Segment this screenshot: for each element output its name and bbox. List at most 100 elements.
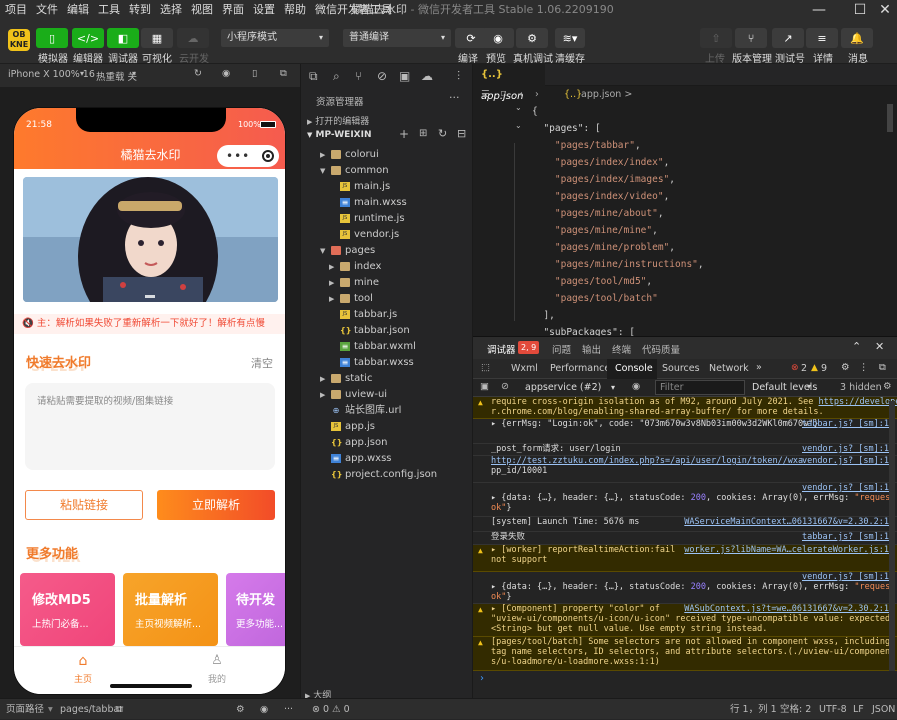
menu-tools[interactable]: 工具 — [93, 0, 124, 20]
tab-home[interactable]: 主页 — [69, 672, 97, 685]
minimize-button[interactable]: — — [804, 0, 834, 20]
file-tree-item[interactable]: ▶ mine — [301, 275, 473, 291]
tab-wxml[interactable]: Wxml — [511, 363, 538, 374]
link-textarea[interactable]: 请粘贴需要提取的视频/图集链接 — [25, 383, 275, 470]
capsule-menu[interactable]: ••• — [217, 145, 279, 167]
menu-select[interactable]: 选择 — [155, 0, 186, 20]
tab-code-quality[interactable]: 代码质量 — [642, 342, 680, 356]
console-log-entry[interactable]: ▸ {data: {…}, header: {…}, statusCode: 2… — [473, 572, 897, 604]
editor-toggle-button[interactable]: </> — [72, 28, 104, 48]
console-filter-input[interactable]: Filter — [655, 380, 745, 395]
cloud-dev-button[interactable]: ☁ — [177, 28, 209, 48]
gear-icon[interactable]: ⚙ — [883, 381, 892, 392]
files-icon[interactable]: ⧉ — [309, 69, 318, 84]
file-tree-item[interactable]: ▶ uview-ui — [301, 387, 473, 403]
fold-icon[interactable]: ⌄ — [515, 121, 522, 130]
test-account-button[interactable]: ↗ — [772, 28, 804, 48]
close-icon[interactable]: ✕ — [875, 340, 884, 353]
file-tree-item[interactable]: ▶ tool — [301, 291, 473, 307]
file-tree-item[interactable]: ⊕ 站长图库.url — [301, 403, 473, 419]
copy-icon[interactable]: ⧉ — [116, 699, 123, 720]
open-editors-section[interactable]: ▶ 打开的编辑器 — [307, 114, 369, 127]
upload-button[interactable]: ⇧ — [700, 28, 732, 48]
cloud-icon[interactable]: ☁ — [421, 69, 433, 83]
more-icon[interactable]: ··· — [449, 91, 460, 104]
encoding[interactable]: UTF-8 — [819, 699, 847, 720]
eye-icon[interactable]: ◉ — [260, 699, 268, 720]
avatar[interactable]: OB KNE — [8, 29, 30, 51]
list-icon[interactable]: ☰ — [481, 86, 490, 104]
log-source-link[interactable]: WAServiceMainContext…06131667&v=2.30.2:1 — [684, 517, 889, 527]
tab-mine[interactable]: 我的 — [203, 672, 231, 685]
sidebar-icon[interactable]: ▣ — [480, 381, 489, 392]
console-scrollbar[interactable] — [889, 401, 895, 671]
paste-link-button[interactable]: 粘贴链接 — [25, 490, 143, 520]
console-log-entry[interactable]: 登录失败 tabbar.js? [sm]:1 — [473, 532, 897, 545]
card-batch[interactable]: 批量解析 主页视频解析... — [123, 573, 218, 646]
gear-icon[interactable]: ⚙ — [841, 362, 850, 373]
hotreload-toggle[interactable]: 热重载 关 — [96, 69, 137, 83]
console-log-entry[interactable]: require cross-origin isolation as of M92… — [473, 397, 897, 419]
file-tree-item[interactable]: ▼ pages — [301, 243, 473, 259]
indent-setting[interactable]: 空格: 2 — [780, 699, 811, 720]
warning-count[interactable]: 9 — [821, 363, 827, 374]
eol[interactable]: LF — [853, 699, 864, 720]
file-tree-item[interactable]: ▶ index — [301, 259, 473, 275]
log-source-link[interactable]: vendor.js? [sm]:1 — [802, 483, 889, 493]
popout-icon[interactable]: ⧉ — [280, 68, 287, 79]
file-tree-item[interactable]: JS main.js — [301, 179, 473, 195]
fold-icon[interactable]: ⌄ — [515, 103, 522, 112]
tab-output[interactable]: 输出 — [582, 342, 601, 356]
console-log-entry[interactable]: ▸ [Component] property "color" of "uview… — [473, 604, 897, 637]
tab-terminal[interactable]: 终端 — [612, 342, 631, 356]
user-icon[interactable]: ♙ — [206, 653, 228, 668]
file-tree-item[interactable]: ▼ common — [301, 163, 473, 179]
split-icon[interactable]: ⫶ — [457, 69, 460, 84]
tab-app-json[interactable]: {..} app.json — [473, 64, 545, 102]
clear-console-icon[interactable]: ⊘ — [501, 381, 509, 392]
log-source-link[interactable]: vendor.js? [sm]:1 — [802, 572, 889, 582]
eye-icon[interactable]: ◉ — [632, 381, 640, 392]
language-mode[interactable]: JSON — [872, 699, 895, 720]
menu-interface[interactable]: 界面 — [217, 0, 248, 20]
details-button[interactable]: ≡ — [806, 28, 838, 48]
console-log-entry[interactable]: http://test.zztuku.com/index.php?s=/api/… — [473, 456, 897, 483]
menu-project[interactable]: 项目 — [0, 0, 31, 20]
forward-icon[interactable]: › — [535, 86, 539, 104]
log-source-link[interactable]: vendor.js? [sm]:1 — [802, 456, 889, 466]
file-tree-item[interactable]: {} app.json — [301, 435, 473, 451]
file-tree-item[interactable]: {} tabbar.json — [301, 323, 473, 339]
back-icon[interactable]: ‹ — [519, 86, 523, 104]
problems-count[interactable]: ⊗ 0 ⚠ 0 — [312, 699, 350, 720]
context-select[interactable]: appservice (#2) ▾ — [521, 380, 621, 395]
compile-select[interactable]: 普通编译 ▾ — [343, 29, 451, 47]
log-source-link[interactable]: tabbar.js? [sm]:1 — [802, 532, 889, 542]
debug-icon[interactable]: ⊘ — [377, 69, 387, 83]
menu-view[interactable]: 视图 — [186, 0, 217, 20]
console-log-entry[interactable]: [pages/tool/batch] Some selectors are no… — [473, 637, 897, 671]
file-tree-item[interactable]: ≡ tabbar.wxml — [301, 339, 473, 355]
home-icon[interactable]: ⌂ — [72, 653, 94, 669]
tab-performance[interactable]: Performance — [550, 363, 610, 374]
cursor-position[interactable]: 行 1，列 1 — [730, 699, 777, 720]
menu-settings[interactable]: 设置 — [248, 0, 279, 20]
simulator-toggle-button[interactable]: ▯ — [36, 28, 68, 48]
console-log-entry[interactable]: _post_form请求: user/login vendor.js? [sm]:… — [473, 444, 897, 456]
settings-icon[interactable]: ⚙ — [236, 699, 245, 720]
file-tree-item[interactable]: JS app.js — [301, 419, 473, 435]
error-count[interactable]: 2 — [801, 363, 807, 374]
visual-toggle-button[interactable]: ▦ — [141, 28, 173, 48]
page-path[interactable]: pages/tabbar — [60, 699, 123, 720]
remote-debug-button[interactable]: ⚙ — [516, 28, 548, 48]
console-log-entry[interactable]: ▸ {errMsg: "Login:ok", code: "073m670w3v… — [473, 419, 897, 444]
close-window-button[interactable]: ✕ — [870, 0, 897, 20]
breadcrumb-file[interactable]: app.json > — [581, 86, 632, 104]
record-icon[interactable]: ◉ — [222, 68, 230, 79]
prompt-icon[interactable]: › — [480, 673, 484, 684]
more-tabs-icon[interactable]: » — [756, 362, 762, 373]
preview-button[interactable]: ◉ — [482, 28, 514, 48]
extensions-icon[interactable]: ▣ — [399, 69, 410, 83]
menu-help[interactable]: 帮助 — [279, 0, 310, 20]
file-tree-item[interactable]: ▶ static — [301, 371, 473, 387]
rotate-icon[interactable]: ↻ — [194, 68, 202, 79]
